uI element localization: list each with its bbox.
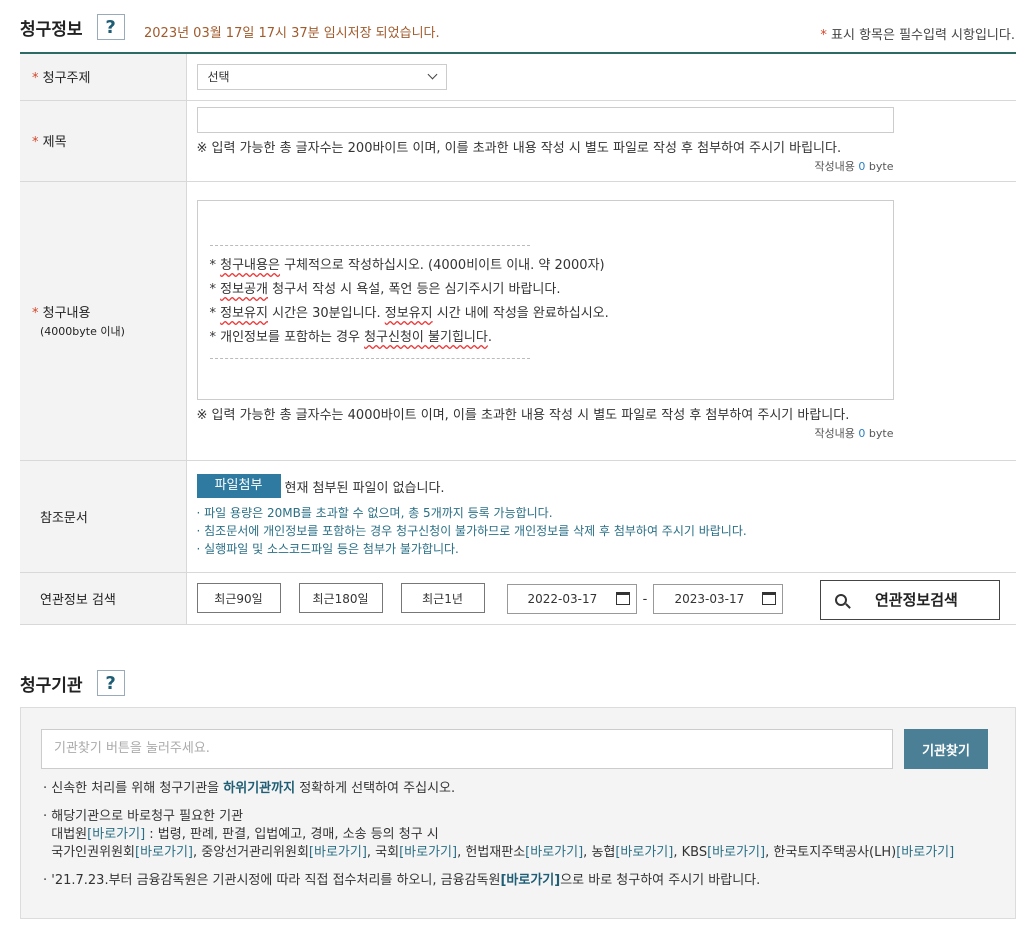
title-input[interactable] xyxy=(196,107,894,133)
shortcut-link[interactable]: [바로가기] xyxy=(707,845,765,860)
shortcut-link[interactable]: [바로가기] xyxy=(896,845,954,860)
section-title: 청구기관 xyxy=(20,675,83,696)
attach-file-button[interactable]: 파일첨부 xyxy=(196,474,281,498)
org-name: 중앙선거관리위원회 xyxy=(201,845,309,860)
org-search-panel: 기관찾기 버튼을 눌러주세요. 기관찾기 · 신속한 처리를 위해 청구기관을 … xyxy=(20,707,1016,919)
shortcut-link[interactable]: [바로가기] xyxy=(309,845,367,860)
org-name: 농협 xyxy=(591,845,616,860)
section-title: 청구정보 xyxy=(20,19,83,40)
content-label: * 청구내용 (4000byte 이내) xyxy=(20,181,187,461)
shortcut-link[interactable]: [바로가기] xyxy=(615,845,673,860)
attach-notes: · 파일 용량은 20MB를 초과할 수 없으며, 총 5개까지 등록 가능합니… xyxy=(196,506,747,556)
section-header-claim-org: 청구기관 ? xyxy=(20,670,125,696)
title-label: * 제목 xyxy=(20,100,187,182)
help-button[interactable]: ? xyxy=(96,670,125,696)
chevron-down-icon xyxy=(427,69,437,80)
content-guide-line: * 정보유지 시간은 30분입니다. 정보유지 시간 내에 작성을 완료하십시오… xyxy=(209,306,609,321)
content-guide-line: * 정보공개 청구서 작성 시 욕설, 폭언 등은 심기주시기 바랍니다. xyxy=(209,282,561,297)
calendar-icon[interactable] xyxy=(762,592,777,605)
shortcut-link[interactable]: [바로가기] xyxy=(87,827,145,842)
attach-status: 현재 첨부된 파일이 없습니다. xyxy=(284,480,445,496)
date-to-input[interactable]: 2023-03-17 xyxy=(653,583,784,614)
autosave-message: 2023년 03월 17일 17시 37분 임시저장 되었습니다. xyxy=(144,26,440,41)
period-180d-button[interactable]: 최근180일 xyxy=(298,582,383,613)
content-byte-count: 작성내용 0 byte xyxy=(814,427,894,440)
related-search-label: 연관정보 검색 xyxy=(20,572,187,625)
subject-label: * 청구주제 xyxy=(20,53,187,101)
period-1y-button[interactable]: 최근1년 xyxy=(400,582,485,613)
divider xyxy=(209,245,530,246)
shortcut-link[interactable]: [바로가기] xyxy=(525,845,583,860)
subject-select[interactable]: 선택 xyxy=(196,63,447,90)
shortcut-link[interactable]: [바로가기] xyxy=(135,845,193,860)
title-note: ※ 입력 가능한 총 글자수는 200바이트 이며, 이를 초과한 내용 작성 … xyxy=(196,141,842,156)
find-org-button[interactable]: 기관찾기 xyxy=(904,729,988,769)
org-name: 한국토지주택공사(LH) xyxy=(773,845,897,860)
content-guide-line: * 청구내용은 구체적으로 작성하십시오. (4000비이트 이내. 약 200… xyxy=(209,258,605,273)
org-name: KBS xyxy=(681,845,708,860)
search-icon xyxy=(835,593,847,606)
date-from-input[interactable]: 2022-03-17 xyxy=(506,583,637,614)
help-button[interactable]: ? xyxy=(96,14,125,40)
content-note: ※ 입력 가능한 총 글자수는 4000바이트 이며, 이를 초과한 내용 작성… xyxy=(196,408,850,423)
org-search-input[interactable]: 기관찾기 버튼을 눌러주세요. xyxy=(41,729,893,769)
org-name: 국회 xyxy=(375,845,400,860)
claim-form-table: * 청구주제 선택 * 제목 ※ 입력 가능한 총 글자수는 200바이트 이며… xyxy=(20,52,1016,625)
content-textarea[interactable]: * 청구내용은 구체적으로 작성하십시오. (4000비이트 이내. 약 200… xyxy=(196,200,894,400)
shortcut-link[interactable]: [바로가기] xyxy=(399,845,457,860)
attach-label: 참조문서 xyxy=(20,460,187,573)
calendar-icon[interactable] xyxy=(615,592,630,605)
shortcut-link[interactable]: [바로가기] xyxy=(500,873,560,888)
period-90d-button[interactable]: 최근90일 xyxy=(196,582,281,613)
org-shortcut-list: 국가인권위원회[바로가기], 중앙선거관리위원회[바로가기], 국회[바로가기]… xyxy=(51,845,955,860)
required-note: * 표시 항목은 필수입력 시항입니다. xyxy=(820,28,1015,43)
org-name: 국가인권위원회 xyxy=(51,845,135,860)
org-name: 헌법재판소 xyxy=(465,845,526,860)
related-search-button[interactable]: 연관정보검색 xyxy=(820,579,1000,620)
section-header-claim-info: 청구정보 ? xyxy=(20,14,125,40)
content-guide-line: * 개인정보를 포함하는 경우 청구신청이 불기힙니다. xyxy=(209,330,492,345)
divider xyxy=(209,358,530,359)
org-notes: · 신속한 처리를 위해 청구기관을 하위기관까지 정확하게 선택하여 주십시오… xyxy=(43,781,955,888)
title-byte-count: 작성내용 0 byte xyxy=(814,160,894,173)
